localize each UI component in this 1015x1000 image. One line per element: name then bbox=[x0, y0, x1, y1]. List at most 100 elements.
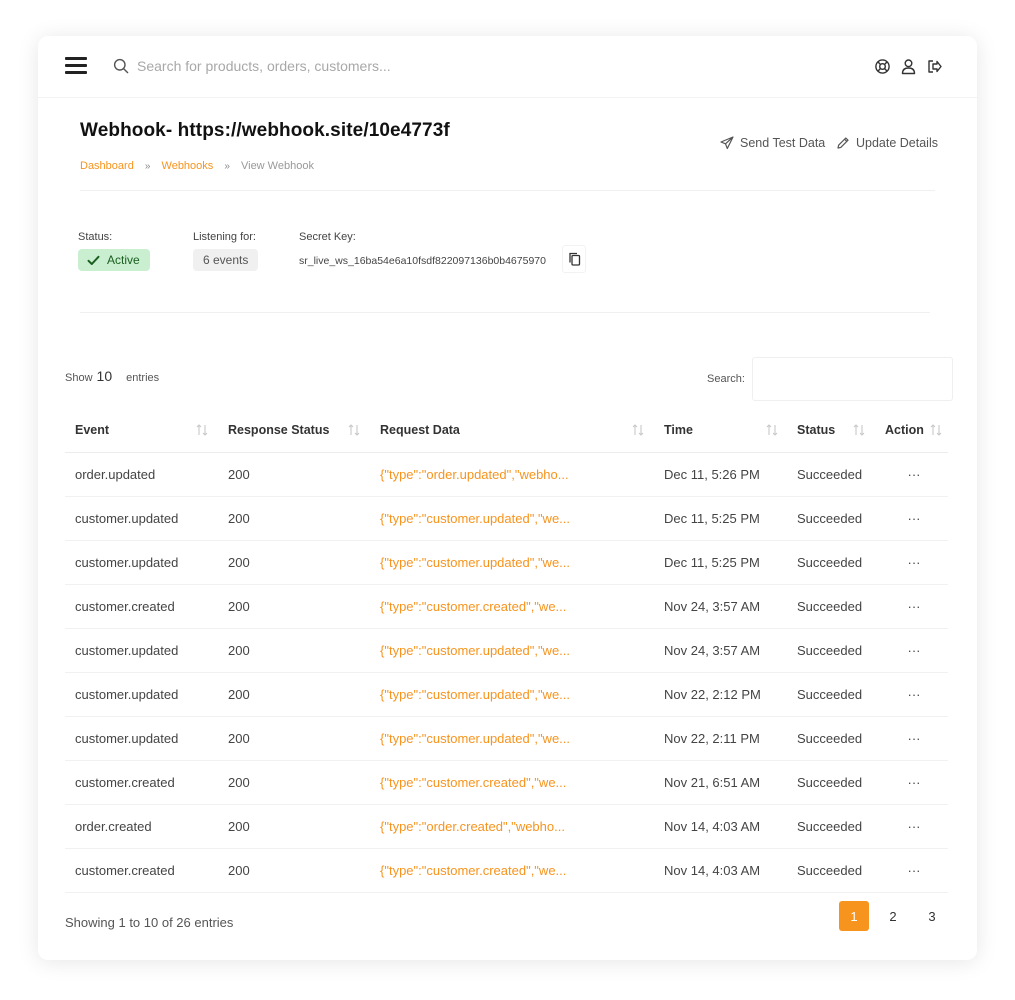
table-row[interactable]: customer.created 200 {"type":"customer.c… bbox=[65, 849, 948, 893]
copy-icon bbox=[568, 252, 580, 266]
table-row[interactable]: order.created 200 {"type":"order.created… bbox=[65, 805, 948, 849]
request-data-link[interactable]: {"type":"customer.updated","we... bbox=[380, 717, 570, 760]
event-cell: customer.created bbox=[75, 775, 175, 790]
status-cell: Succeeded bbox=[797, 643, 863, 658]
response-status-cell: 200 bbox=[228, 731, 250, 746]
request-data-link[interactable]: {"type":"customer.updated","we... bbox=[380, 497, 570, 540]
more-options-icon[interactable]: ··· bbox=[884, 541, 944, 584]
logout-icon[interactable] bbox=[926, 58, 943, 75]
update-details-button[interactable]: Update Details bbox=[836, 136, 938, 150]
breadcrumb-separator: » bbox=[144, 161, 151, 172]
breadcrumb-dashboard-link[interactable]: Dashboard bbox=[80, 160, 134, 172]
more-options-icon[interactable]: ··· bbox=[884, 717, 944, 760]
table-row[interactable]: customer.created 200 {"type":"customer.c… bbox=[65, 585, 948, 629]
column-header-event[interactable]: Event bbox=[75, 408, 109, 452]
user-icon[interactable] bbox=[900, 58, 917, 75]
pagination-page-1[interactable]: 1 bbox=[839, 901, 869, 931]
table-row[interactable]: order.updated 200 {"type":"order.updated… bbox=[65, 453, 948, 497]
more-options-icon[interactable]: ··· bbox=[884, 585, 944, 628]
request-data-link[interactable]: {"type":"customer.created","we... bbox=[380, 849, 566, 892]
column-header-action[interactable]: Action bbox=[885, 408, 924, 452]
breadcrumb: Dashboard » Webhooks » View Webhook bbox=[80, 160, 314, 172]
event-cell: customer.updated bbox=[75, 555, 179, 570]
show-entries-control: Show 10 entries bbox=[65, 368, 159, 384]
more-options-icon[interactable]: ··· bbox=[884, 453, 944, 496]
event-cell: customer.updated bbox=[75, 687, 179, 702]
column-header-response-status[interactable]: Response Status bbox=[228, 408, 329, 452]
sort-icon[interactable] bbox=[631, 423, 645, 437]
status-cell: Succeeded bbox=[797, 863, 863, 878]
request-data-link[interactable]: {"type":"customer.updated","we... bbox=[380, 673, 570, 716]
column-header-time[interactable]: Time bbox=[664, 408, 693, 452]
request-data-link[interactable]: {"type":"customer.updated","we... bbox=[380, 629, 570, 672]
request-data-link[interactable]: {"type":"customer.updated","we... bbox=[380, 541, 570, 584]
status-cell: Succeeded bbox=[797, 731, 863, 746]
request-data-link[interactable]: {"type":"customer.created","we... bbox=[380, 585, 566, 628]
column-header-status[interactable]: Status bbox=[797, 408, 835, 452]
menu-icon[interactable] bbox=[65, 57, 87, 75]
request-data-link[interactable]: {"type":"order.updated","webho... bbox=[380, 453, 569, 496]
response-status-cell: 200 bbox=[228, 863, 250, 878]
help-lifebuoy-icon[interactable] bbox=[874, 58, 891, 75]
response-status-cell: 200 bbox=[228, 599, 250, 614]
more-options-icon[interactable]: ··· bbox=[884, 673, 944, 716]
event-cell: customer.updated bbox=[75, 731, 179, 746]
table-row[interactable]: customer.updated 200 {"type":"customer.u… bbox=[65, 673, 948, 717]
event-cell: customer.created bbox=[75, 863, 175, 878]
sort-icon[interactable] bbox=[195, 423, 209, 437]
table-row[interactable]: customer.updated 200 {"type":"customer.u… bbox=[65, 629, 948, 673]
request-data-link[interactable]: {"type":"customer.created","we... bbox=[380, 761, 566, 804]
sort-icon[interactable] bbox=[929, 423, 943, 437]
sort-icon[interactable] bbox=[852, 423, 866, 437]
time-cell: Nov 14, 4:03 AM bbox=[664, 819, 761, 834]
listening-label: Listening for: bbox=[193, 231, 256, 243]
search-input[interactable] bbox=[137, 52, 557, 80]
response-status-cell: 200 bbox=[228, 775, 250, 790]
entries-per-page-select[interactable]: 10 bbox=[97, 368, 113, 384]
secret-key-value: sr_live_ws_16ba54e6a10fsdf822097136b0b46… bbox=[299, 255, 546, 267]
table-search-input[interactable] bbox=[752, 357, 953, 401]
copy-secret-button[interactable] bbox=[562, 245, 586, 273]
request-data-link[interactable]: {"type":"order.created","webho... bbox=[380, 805, 565, 848]
status-cell: Succeeded bbox=[797, 819, 863, 834]
table-row[interactable]: customer.updated 200 {"type":"customer.u… bbox=[65, 541, 948, 585]
page-title: Webhook- https://webhook.site/10e4773f bbox=[80, 120, 450, 141]
webhook-card: Webhook- https://webhook.site/10e4773f D… bbox=[38, 36, 977, 960]
event-cell: customer.created bbox=[75, 599, 175, 614]
breadcrumb-separator: » bbox=[224, 161, 230, 172]
more-options-icon[interactable]: ··· bbox=[884, 497, 944, 540]
show-label: Show bbox=[65, 372, 93, 384]
status-label: Status: bbox=[78, 231, 113, 243]
entries-summary: Showing 1 to 10 of 26 entries bbox=[65, 915, 234, 930]
divider bbox=[80, 312, 930, 313]
table-search-label: Search: bbox=[707, 373, 745, 385]
breadcrumb-webhooks-link[interactable]: Webhooks bbox=[162, 160, 214, 172]
more-options-icon[interactable]: ··· bbox=[884, 761, 944, 804]
more-options-icon[interactable]: ··· bbox=[884, 805, 944, 848]
send-test-data-button[interactable]: Send Test Data bbox=[720, 136, 825, 150]
table-row[interactable]: customer.created 200 {"type":"customer.c… bbox=[65, 761, 948, 805]
more-options-icon[interactable]: ··· bbox=[884, 849, 944, 892]
table-header-row: Event Response Status Request Data Time … bbox=[65, 408, 948, 453]
breadcrumb-current: View Webhook bbox=[240, 160, 314, 172]
pagination-page-2[interactable]: 2 bbox=[878, 901, 908, 931]
status-cell: Succeeded bbox=[797, 687, 863, 702]
events-badge[interactable]: 6 events bbox=[193, 249, 259, 271]
table-row[interactable]: customer.updated 200 {"type":"customer.u… bbox=[65, 497, 948, 541]
secret-key-label: Secret Key: bbox=[299, 231, 356, 243]
time-cell: Nov 24, 3:57 AM bbox=[664, 643, 761, 658]
table-row[interactable]: customer.updated 200 {"type":"customer.u… bbox=[65, 717, 948, 761]
checkmark-icon bbox=[87, 255, 100, 265]
sort-icon[interactable] bbox=[765, 423, 779, 437]
status-badge: Active bbox=[78, 249, 150, 271]
time-cell: Nov 21, 6:51 AM bbox=[664, 775, 761, 790]
event-cell: order.created bbox=[75, 819, 152, 834]
pagination-page-3[interactable]: 3 bbox=[917, 901, 947, 931]
entries-label: entries bbox=[126, 372, 160, 384]
more-options-icon[interactable]: ··· bbox=[884, 629, 944, 672]
sort-icon[interactable] bbox=[347, 423, 361, 437]
column-header-request-data[interactable]: Request Data bbox=[380, 408, 460, 452]
events-table: Event Response Status Request Data Time … bbox=[65, 408, 948, 893]
event-cell: order.updated bbox=[75, 467, 156, 482]
update-details-label: Update Details bbox=[856, 136, 938, 150]
